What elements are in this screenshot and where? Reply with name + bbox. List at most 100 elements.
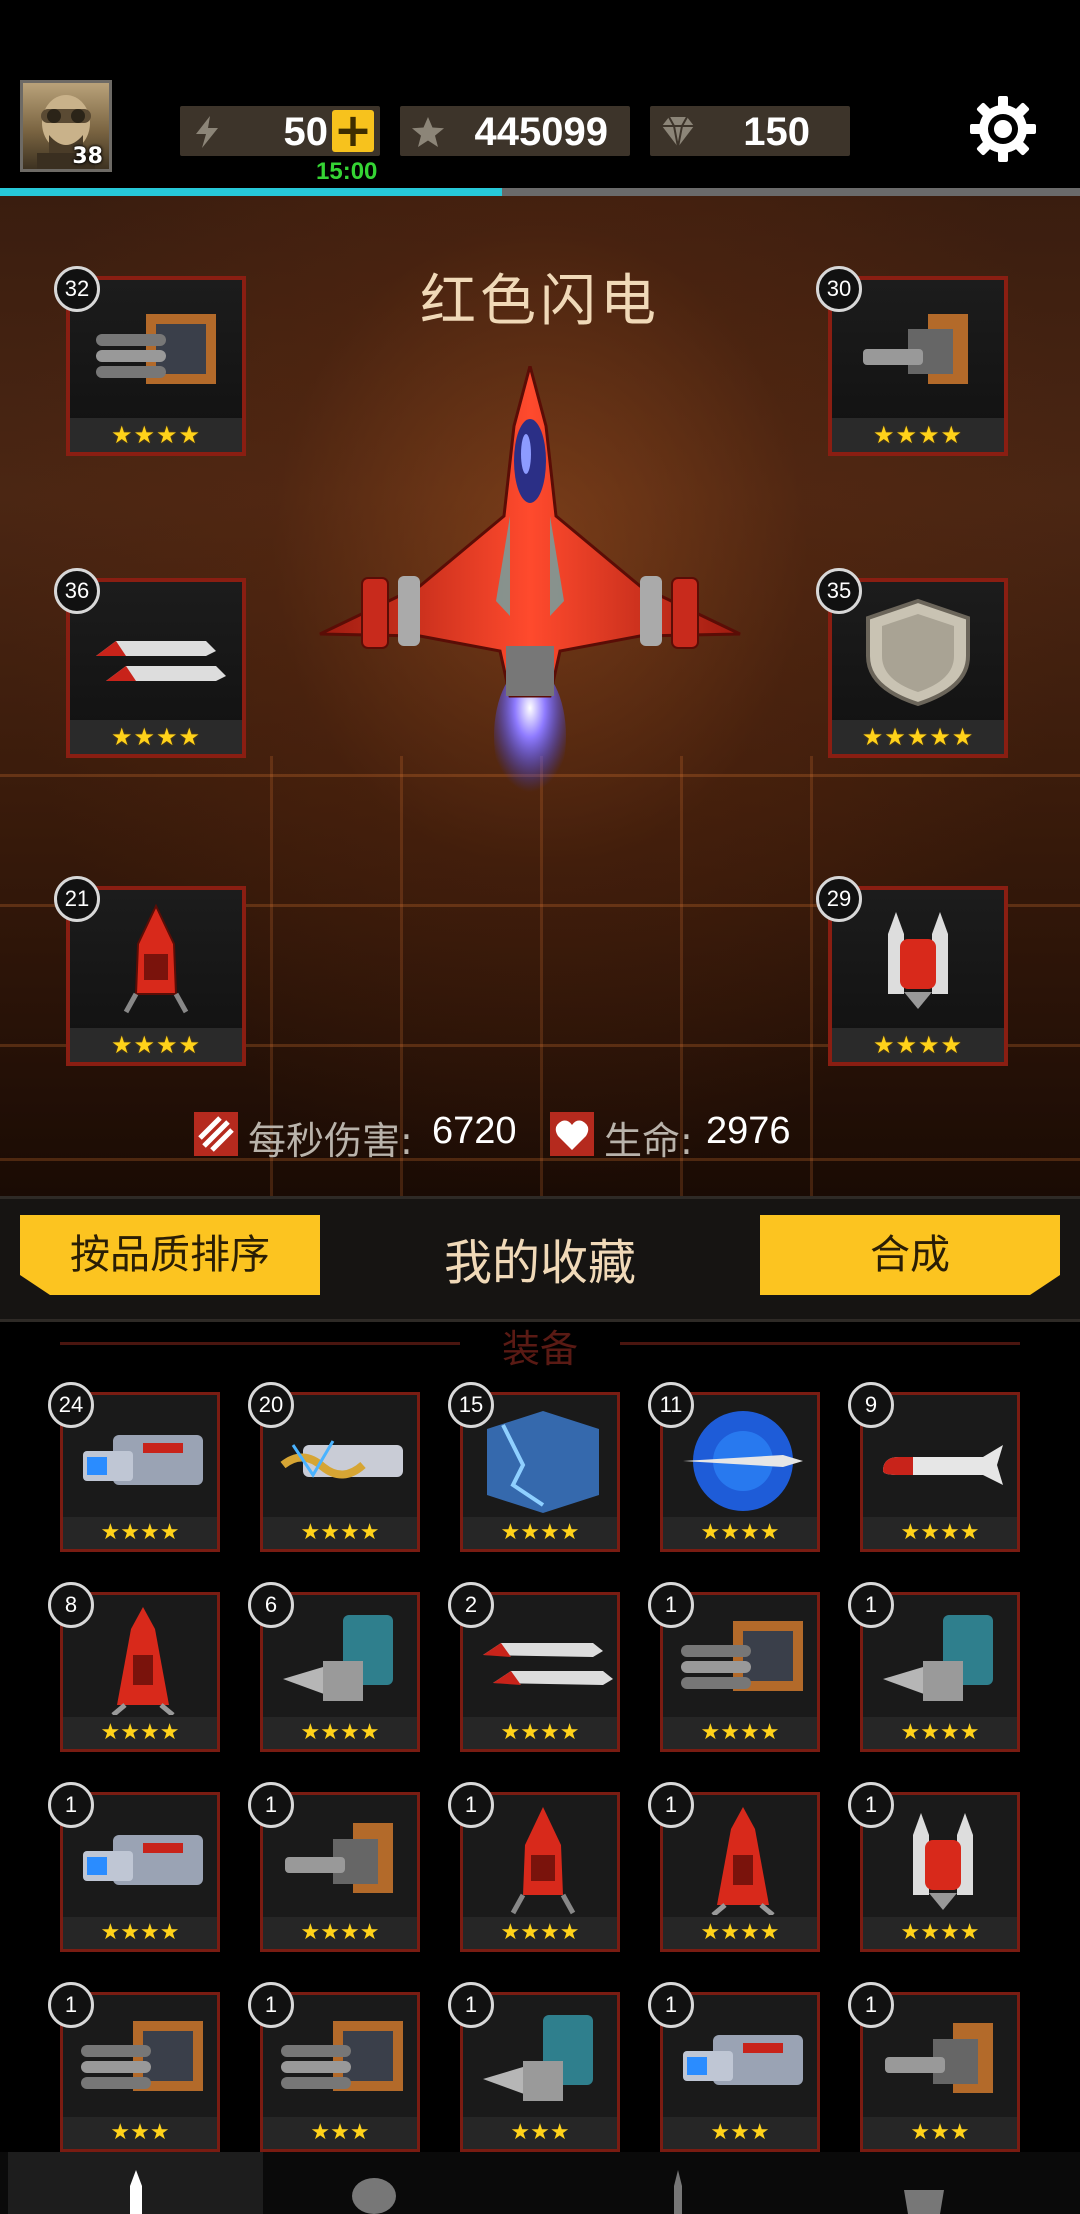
red-drone-tall-icon (111, 1607, 175, 1715)
item-level-badge: 24 (48, 1382, 94, 1428)
laser-cannon-icon (83, 1435, 203, 1485)
shield-icon (866, 598, 970, 706)
star-rating: ★★★★★ (832, 720, 1004, 754)
item-level-badge: 29 (816, 876, 862, 922)
plasma-missile-icon (683, 1411, 803, 1511)
dps-value: 6720 (432, 1110, 517, 1152)
shop-nav-icon[interactable] (900, 2166, 948, 2214)
star-rating: ★★★ (863, 2117, 1017, 2149)
star-rating: ★★★ (263, 2117, 417, 2149)
item-level-badge: 30 (816, 266, 862, 312)
gems-value: 150 (743, 110, 810, 154)
drill-cannon-icon (883, 1615, 993, 1701)
xp-progress-fill (0, 188, 503, 196)
twin-missiles-icon (96, 641, 226, 681)
hangar-nav-icon[interactable] (112, 2166, 160, 2214)
ship-name: 红色闪电 (420, 269, 660, 334)
item-level-badge: 1 (648, 1582, 694, 1628)
twin-rocket-drone-icon (913, 1813, 973, 1910)
star-rating: ★★★★ (263, 1717, 417, 1749)
star-rating: ★★★★ (70, 1028, 242, 1062)
drill-cannon-icon (283, 1615, 393, 1701)
item-level-badge: 6 (248, 1582, 294, 1628)
star-rating: ★★★★ (63, 1717, 217, 1749)
star-rating: ★★★★ (463, 1517, 617, 1549)
tesla-gun-icon (280, 1440, 403, 1479)
item-level-badge: 1 (648, 1982, 694, 2028)
item-level-badge: 1 (248, 1782, 294, 1828)
item-level-badge: 36 (54, 568, 100, 614)
energy-timer: 15:00 (316, 158, 378, 185)
gatling-turret-icon (81, 2021, 203, 2091)
item-level-badge: 1 (48, 1782, 94, 1828)
ship-nav-icon[interactable] (654, 2166, 702, 2214)
star-icon (412, 117, 444, 147)
item-level-badge: 20 (248, 1382, 294, 1428)
item-level-badge: 2 (448, 1582, 494, 1628)
diamond-icon (662, 116, 694, 148)
fighter-ship-icon[interactable] (310, 366, 750, 846)
ship-stats: 每秒伤害: 6720 生命: 2976 (190, 1106, 890, 1163)
item-level-badge: 15 (448, 1382, 494, 1428)
heart-shield-icon (550, 1112, 594, 1156)
stars-counter: 445099 (400, 106, 630, 156)
player-level: 38 (72, 144, 103, 169)
item-level-badge: 1 (648, 1782, 694, 1828)
star-rating: ★★★★ (463, 1717, 617, 1749)
star-rating: ★★★★ (863, 1517, 1017, 1549)
gems-counter: 150 (650, 106, 850, 156)
lightning-icon (196, 116, 218, 148)
laser-cannon-icon (83, 1835, 203, 1885)
item-level-badge: 9 (848, 1382, 894, 1428)
sort-by-quality-button[interactable]: 按品质排序 (20, 1215, 320, 1295)
item-level-badge: 1 (848, 1782, 894, 1828)
item-level-badge: 1 (848, 1582, 894, 1628)
bottom-nav (0, 2152, 1080, 2214)
star-rating: ★★★★ (263, 1517, 417, 1549)
hp-label: 生命: (604, 1119, 693, 1163)
cannon-turret-icon (863, 314, 968, 384)
star-rating: ★★★ (463, 2117, 617, 2149)
star-rating: ★★★★ (663, 1717, 817, 1749)
item-level-badge: 11 (648, 1382, 694, 1428)
laser-cannon-icon (683, 2035, 803, 2085)
star-rating: ★★★★ (63, 1917, 217, 1949)
item-level-badge: 1 (248, 1982, 294, 2028)
collection-bar: 按品质排序 我的收藏 合成 (0, 1196, 1080, 1322)
star-rating: ★★★ (663, 2117, 817, 2149)
item-level-badge: 8 (48, 1582, 94, 1628)
inventory-grid: ★★★★ 24 ★★★★ 20 ★★★★ 15 ★★★★ 11 ★★★★ 9 ★★★★ 8 ★★★★ 6 ★… (0, 1360, 1080, 2152)
star-rating: ★★★★ (70, 720, 242, 754)
star-rating: ★★★★ (263, 1917, 417, 1949)
damage-icon (194, 1112, 238, 1156)
red-drone-icon (123, 904, 189, 1014)
drill-cannon-icon (483, 2015, 593, 2101)
gear-icon[interactable] (966, 92, 1040, 166)
pilot-nav-icon[interactable] (350, 2166, 398, 2214)
cannon-turret-icon (885, 2023, 993, 2093)
energy-shield-icon (487, 1411, 599, 1513)
item-level-badge: 35 (816, 568, 862, 614)
star-rating: ★★★★ (70, 418, 242, 452)
twin-missiles-icon (483, 1643, 613, 1685)
section-divider (60, 1342, 460, 1345)
gatling-turret-icon (681, 1621, 803, 1691)
star-rating: ★★★★ (863, 1717, 1017, 1749)
xp-progress-bar (0, 188, 1080, 196)
gatling-turret-icon (281, 2021, 403, 2091)
energy-counter: 50 + (180, 106, 380, 156)
player-avatar[interactable]: 38 (20, 80, 112, 172)
star-rating: ★★★★ (832, 418, 1004, 452)
add-energy-button[interactable]: + (332, 107, 374, 153)
red-drone-icon (510, 1807, 576, 1915)
twin-rocket-drone-icon (888, 912, 948, 1009)
merge-button[interactable]: 合成 (760, 1215, 1060, 1295)
red-drone-tall-icon (711, 1807, 775, 1915)
item-level-badge: 21 (54, 876, 100, 922)
item-level-badge: 32 (54, 266, 100, 312)
star-rating: ★★★★ (663, 1517, 817, 1549)
star-rating: ★★★★ (832, 1028, 1004, 1062)
top-bar: 38 50 + 15:00 445099 150 (0, 0, 1080, 190)
hp-value: 2976 (706, 1110, 791, 1152)
star-rating: ★★★★ (63, 1517, 217, 1549)
